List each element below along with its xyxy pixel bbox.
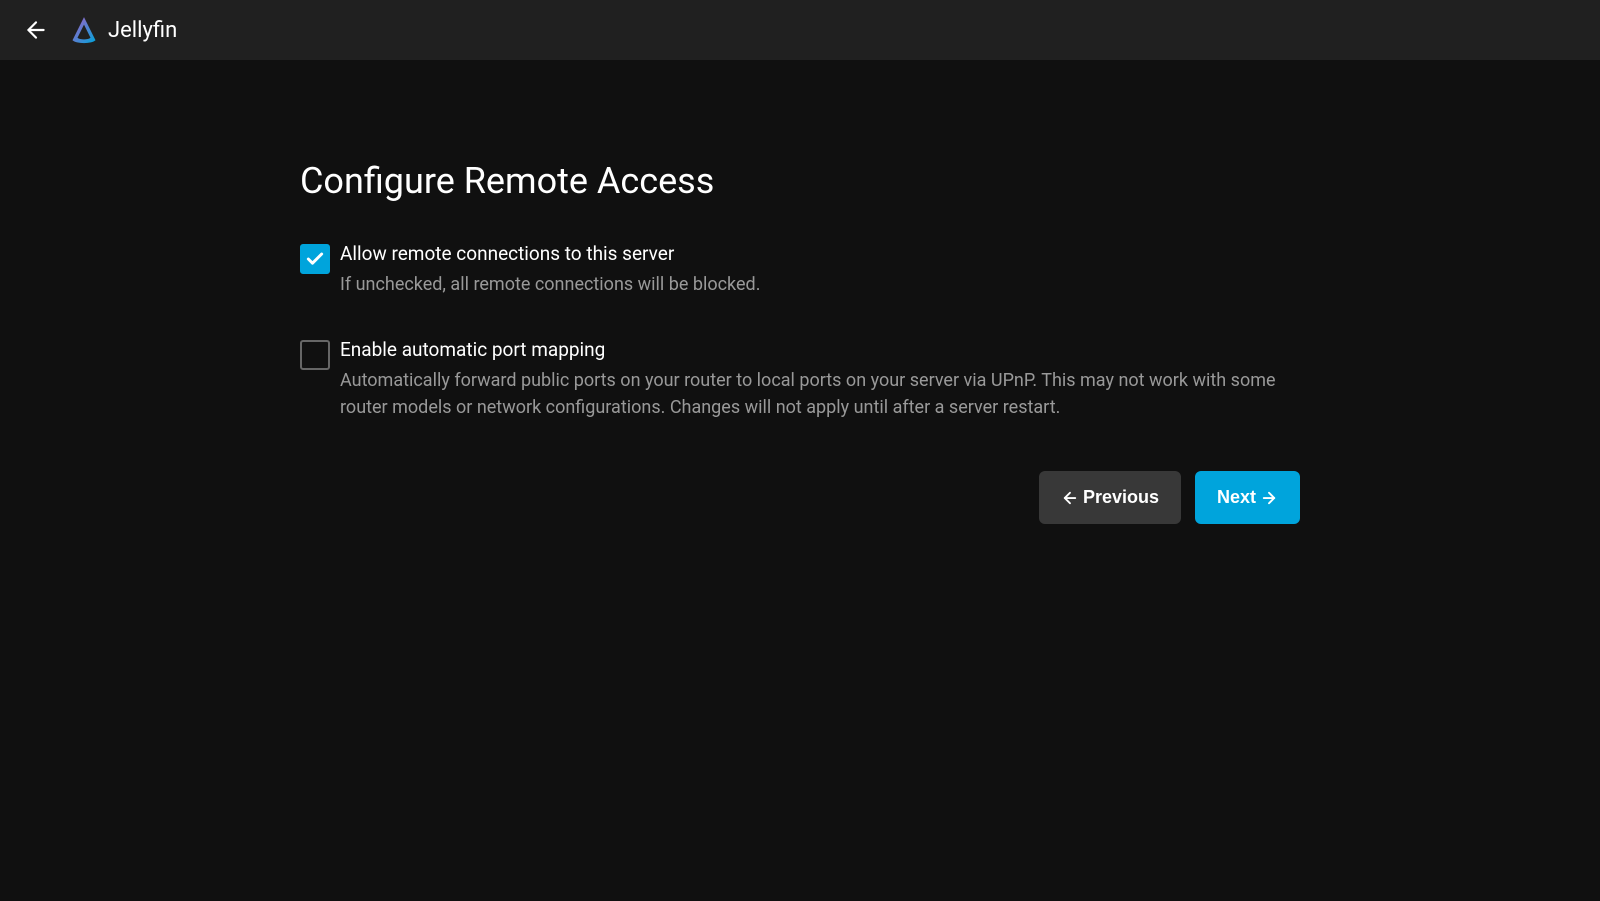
next-button[interactable]: Next xyxy=(1195,471,1300,524)
jellyfin-logo-icon xyxy=(68,14,100,46)
arrow-left-icon xyxy=(1061,489,1079,507)
previous-button[interactable]: Previous xyxy=(1039,471,1181,524)
port-mapping-label[interactable]: Enable automatic port mapping xyxy=(340,338,1300,361)
page-title: Configure Remote Access xyxy=(300,160,1300,202)
logo: Jellyfin xyxy=(68,14,177,46)
port-mapping-content: Enable automatic port mapping Automatica… xyxy=(340,338,1300,421)
remote-connections-label[interactable]: Allow remote connections to this server xyxy=(340,242,760,265)
previous-button-label: Previous xyxy=(1083,487,1159,508)
remote-connections-option: Allow remote connections to this server … xyxy=(300,242,1300,298)
remote-connections-content: Allow remote connections to this server … xyxy=(340,242,760,298)
main-content: Configure Remote Access Allow remote con… xyxy=(0,60,1600,524)
remote-connections-checkbox[interactable] xyxy=(300,244,330,274)
port-mapping-checkbox[interactable] xyxy=(300,340,330,370)
arrow-right-icon xyxy=(1260,489,1278,507)
form-container: Configure Remote Access Allow remote con… xyxy=(290,160,1310,524)
next-button-label: Next xyxy=(1217,487,1256,508)
remote-connections-description: If unchecked, all remote connections wil… xyxy=(340,271,760,298)
button-row: Previous Next xyxy=(300,471,1300,524)
app-name: Jellyfin xyxy=(108,18,177,43)
port-mapping-option: Enable automatic port mapping Automatica… xyxy=(300,338,1300,421)
back-button[interactable] xyxy=(16,10,56,50)
check-icon xyxy=(305,249,325,269)
header-bar: Jellyfin xyxy=(0,0,1600,60)
port-mapping-description: Automatically forward public ports on yo… xyxy=(340,367,1300,421)
arrow-left-icon xyxy=(23,17,49,43)
